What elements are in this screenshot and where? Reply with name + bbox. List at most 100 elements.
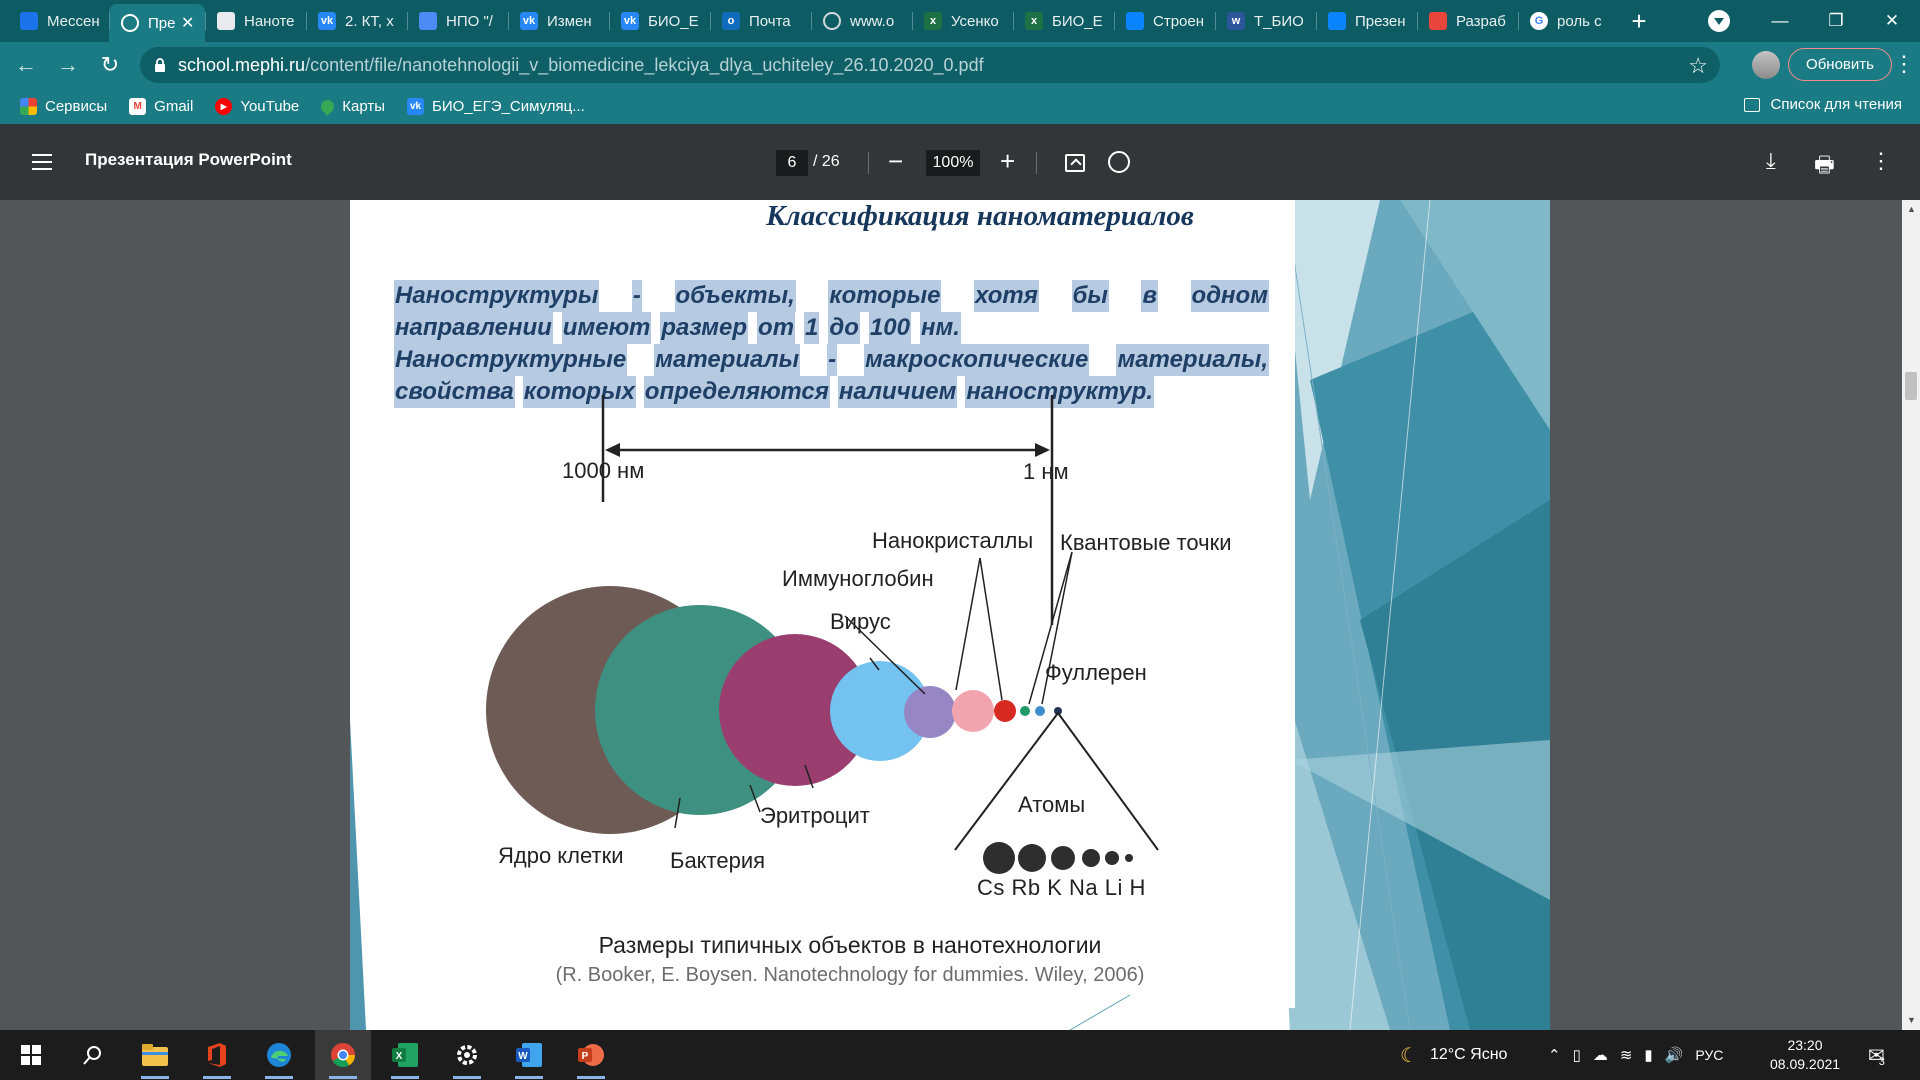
atoms-triangle-right <box>1057 712 1159 851</box>
document-title: Презентация PowerPoint <box>85 150 292 169</box>
arrow-head-right <box>1035 443 1050 457</box>
atom-cs <box>983 842 1015 874</box>
back-icon[interactable]: ← <box>6 45 46 85</box>
zoom-in-icon[interactable]: + <box>1000 146 1015 177</box>
pdf-viewer[interactable]: Классификация наноматериалов Нанострукту… <box>0 200 1902 1030</box>
browser-tab[interactable]: x Усенко <box>912 4 1013 38</box>
page-number-input[interactable]: 6 <box>776 150 808 176</box>
bookmark-label: БИО_ЕГЭ_Симуляц... <box>432 97 585 115</box>
gmail-icon: M <box>129 97 147 115</box>
excel-icon: x <box>924 12 942 30</box>
browser-tab[interactable]: Мессен <box>8 4 109 38</box>
language-indicator[interactable]: РУС <box>1695 1047 1723 1063</box>
onedrive-icon[interactable]: ☁ <box>1593 1046 1608 1064</box>
browser-tab[interactable]: Разраб <box>1417 4 1518 38</box>
clock[interactable]: 23:20 08.09.2021 <box>1770 1036 1840 1074</box>
atom-rb <box>1018 844 1046 872</box>
vk-icon: vk <box>621 12 639 30</box>
browser-tab[interactable]: Gроль с <box>1518 4 1619 38</box>
browser-tab[interactable]: www.o <box>811 4 912 38</box>
url-text[interactable]: school.mephi.ru/content/file/nanotehnolo… <box>178 55 984 76</box>
pdf-menu-icon[interactable]: ⋮ <box>1870 148 1892 174</box>
start-button[interactable] <box>3 1030 59 1080</box>
tab-title: Т_БИО <box>1254 12 1304 30</box>
browser-tab[interactable]: vk 2. КТ, х <box>306 4 407 38</box>
label-virus: Вирус <box>830 609 891 634</box>
lock-icon[interactable] <box>154 57 168 73</box>
restore-icon[interactable]: ❐ <box>1808 0 1864 42</box>
arrow-head-left <box>605 443 620 457</box>
reload-icon[interactable]: ↻ <box>90 45 130 85</box>
bookmark-star-icon[interactable]: ☆ <box>1688 53 1708 79</box>
office-app[interactable] <box>189 1030 245 1080</box>
scrollbar-thumb[interactable] <box>1905 372 1917 400</box>
reading-list-button[interactable]: Список для чтения <box>1744 96 1902 113</box>
fit-page-icon[interactable] <box>1065 154 1085 172</box>
leader-line <box>955 557 981 691</box>
vk-icon: vk <box>318 12 336 30</box>
vertical-scrollbar[interactable]: ▲ ▼ <box>1902 200 1920 1030</box>
tab-search-icon[interactable] <box>1708 10 1730 32</box>
scale-label-1000nm: 1000 нм <box>562 458 645 483</box>
word-icon: W <box>516 1043 542 1067</box>
show-hidden-icons-icon[interactable]: ⌃ <box>1548 1046 1561 1064</box>
bookmark-item[interactable]: Карты <box>318 96 385 116</box>
powerpoint-icon: P <box>578 1043 604 1067</box>
scroll-down-arrow-icon[interactable]: ▼ <box>1907 1015 1916 1025</box>
forward-icon[interactable]: → <box>48 45 88 85</box>
weather-widget[interactable]: ☾ 12°C Ясно <box>1400 1030 1507 1080</box>
close-window-icon[interactable]: ✕ <box>1864 0 1920 42</box>
word-icon: w <box>1227 12 1245 30</box>
browser-tab[interactable]: Строен <box>1114 4 1215 38</box>
label-erythrocyte: Эритроцит <box>760 803 870 828</box>
word-app[interactable]: W <box>501 1030 557 1080</box>
bookmark-item[interactable]: vk БИО_ЕГЭ_Симуляц... <box>407 97 585 115</box>
print-icon[interactable]: 🖶 <box>1814 148 1835 186</box>
zoom-input[interactable]: 100% <box>926 150 980 176</box>
sidebar-menu-icon[interactable] <box>32 154 52 170</box>
download-icon[interactable]: ⤓ <box>1766 148 1776 174</box>
atoms-triangle-left <box>954 712 1059 851</box>
scroll-up-arrow-icon[interactable]: ▲ <box>1907 204 1916 214</box>
notification-center-button[interactable]: ✉ 3 <box>1868 1030 1885 1080</box>
browser-tab[interactable]: Пре ✕ <box>109 4 205 42</box>
address-bar[interactable]: school.mephi.ru/content/file/nanotehnolo… <box>140 47 1720 83</box>
tab-title: Презен <box>1355 12 1406 30</box>
reading-list-label: Список для чтения <box>1770 96 1902 113</box>
rotate-icon[interactable] <box>1108 151 1130 173</box>
meet-now-icon[interactable]: ▯ <box>1573 1046 1581 1064</box>
new-tab-button[interactable]: + <box>1619 4 1659 38</box>
atom-li <box>1105 851 1119 865</box>
chrome-app[interactable] <box>315 1030 371 1080</box>
browser-tab[interactable]: w Т_БИО <box>1215 4 1316 38</box>
battery-icon[interactable]: ▮ <box>1644 1046 1652 1064</box>
bookmark-list: Сервисы M Gmail ▶ YouTube Карты vk БИО_ЕГЭ_Симу… <box>20 96 607 116</box>
browser-tab[interactable]: o Почта <box>710 4 811 38</box>
update-button[interactable]: Обновить <box>1788 48 1892 81</box>
excel-app[interactable]: X <box>377 1030 433 1080</box>
settings-app[interactable] <box>439 1030 495 1080</box>
url-path: /content/file/nanotehnologii_v_biomedici… <box>305 54 984 75</box>
bookmark-item[interactable]: ▶ YouTube <box>215 97 299 115</box>
browser-tab[interactable]: x БИО_Е <box>1013 4 1114 38</box>
tab-title: Строен <box>1153 12 1205 30</box>
browser-tab[interactable]: vk БИО_Е <box>609 4 710 38</box>
browser-tab[interactable]: Наноте <box>205 4 306 38</box>
youtube-icon: ▶ <box>215 97 233 115</box>
search-button[interactable] <box>65 1030 121 1080</box>
browser-tab[interactable]: НПО "/ <box>407 4 508 38</box>
browser-menu-icon[interactable]: ⋮ <box>1893 51 1915 77</box>
profile-avatar[interactable] <box>1752 51 1780 79</box>
wifi-icon[interactable]: ≋ <box>1620 1046 1633 1064</box>
bookmark-item[interactable]: Сервисы <box>20 97 107 115</box>
bookmark-item[interactable]: M Gmail <box>129 97 193 115</box>
browser-tab[interactable]: vk Измен <box>508 4 609 38</box>
browser-tab[interactable]: Презен <box>1316 4 1417 38</box>
close-tab-icon[interactable]: ✕ <box>181 13 199 33</box>
explorer-app[interactable] <box>127 1030 183 1080</box>
minimize-icon[interactable]: — <box>1752 0 1808 42</box>
edge-app[interactable] <box>251 1030 307 1080</box>
powerpoint-app[interactable]: P <box>563 1030 619 1080</box>
zoom-out-icon[interactable]: − <box>888 146 903 177</box>
volume-icon[interactable]: 🔊 <box>1665 1046 1684 1064</box>
